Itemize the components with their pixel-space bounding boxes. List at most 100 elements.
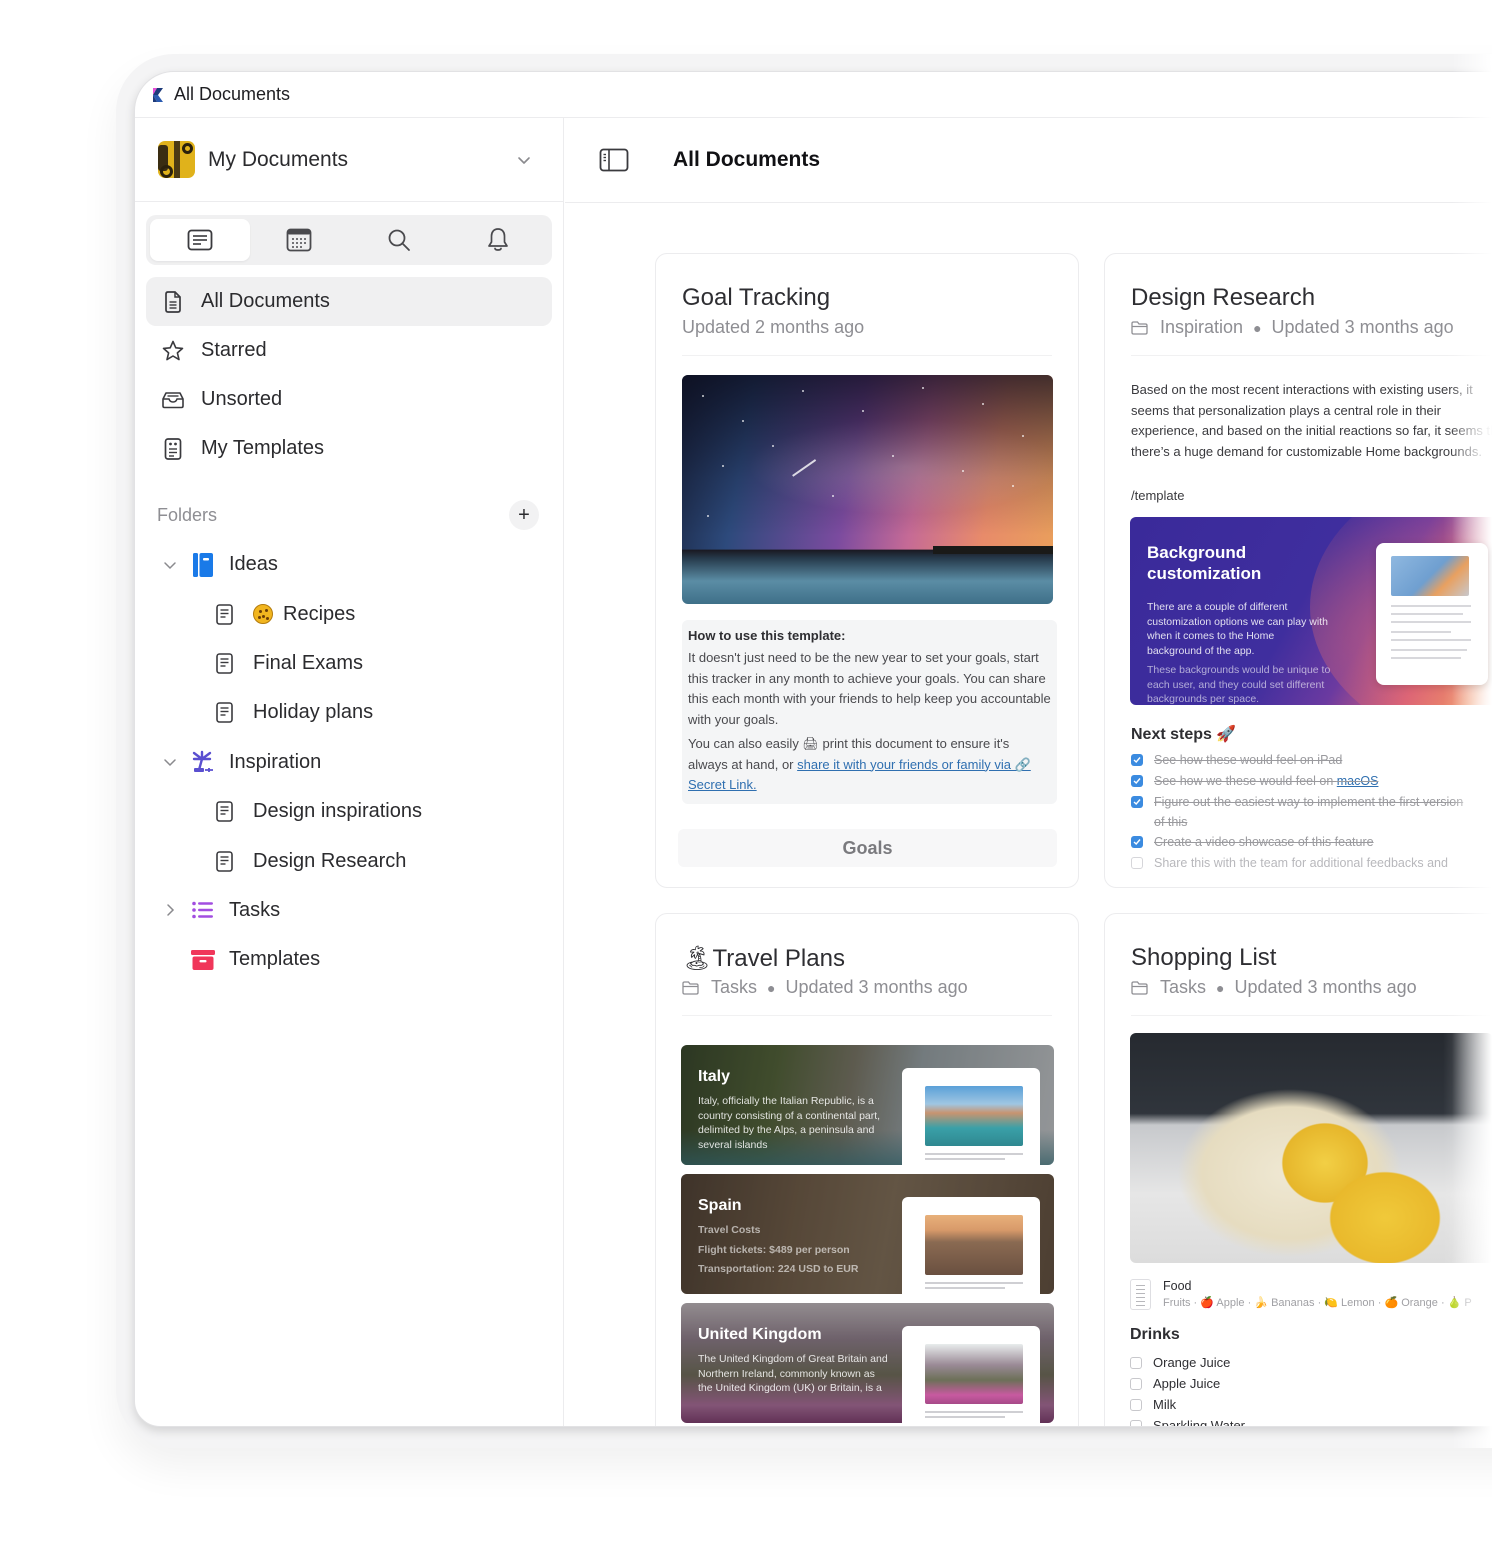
card-title-text: Travel Plans	[712, 945, 845, 972]
workspace-avatar	[158, 141, 195, 178]
drink-item: Orange Juice	[1130, 1355, 1230, 1370]
chevron-right-icon[interactable]	[161, 901, 179, 919]
task-item: Create a video showcase of this feature	[1131, 832, 1374, 852]
notebook-icon	[191, 552, 215, 577]
checkbox-unchecked[interactable]	[1130, 1419, 1142, 1426]
page-title: All Documents	[673, 148, 821, 171]
checkbox-checked[interactable]	[1131, 754, 1143, 766]
slash-command: /template	[1131, 488, 1185, 503]
drink-label: Orange Juice	[1153, 1355, 1231, 1370]
folder-label: Tasks	[229, 898, 281, 921]
checkbox-unchecked[interactable]	[1130, 1398, 1142, 1411]
divider	[682, 355, 1052, 356]
folders-header: Folders +	[135, 500, 563, 530]
doc-card-design-research[interactable]: Design Research Inspiration ● Updated 3 …	[1104, 253, 1492, 888]
doc-card-travel-plans[interactable]: 🏝Travel Plans Tasks ● Updated 3 months a…	[655, 913, 1079, 1426]
checkbox-checked[interactable]	[1131, 836, 1143, 848]
island-emoji-icon: 🏝	[682, 945, 713, 972]
task-item: Share this with the team for additional …	[1131, 853, 1448, 873]
document-lines-icon	[187, 229, 213, 251]
tab-documents[interactable]	[150, 219, 250, 261]
folder-name: Tasks	[711, 977, 758, 997]
strip-title: Spain	[698, 1197, 742, 1214]
strip-preview	[902, 1197, 1040, 1294]
list-icon	[191, 898, 215, 922]
chevron-down-icon[interactable]	[161, 753, 179, 771]
embedded-doc-background-customization[interactable]: Background customization There are a cou…	[1130, 517, 1492, 705]
search-icon	[388, 229, 410, 251]
drink-item: Sparkling Water	[1130, 1418, 1245, 1427]
strip-preview	[902, 1068, 1040, 1165]
updated-text: Updated 3 months ago	[1234, 977, 1417, 997]
callout-paragraph: You can also easily 🖨 print this documen…	[688, 734, 1051, 796]
sidebar-toggle-icon[interactable]	[599, 148, 629, 172]
title-bar: All Documents	[135, 72, 1492, 118]
calendar-icon	[286, 228, 312, 252]
embed-preview	[1376, 543, 1488, 685]
sidebar: My Documents All Documents Starred Unsor…	[135, 118, 564, 1426]
doc-holiday-plans[interactable]: Holiday plans	[135, 688, 563, 737]
document-icon	[216, 652, 236, 674]
sidebar-item-unsorted[interactable]: Unsorted	[146, 375, 552, 424]
sidebar-item-starred[interactable]: Starred	[146, 326, 552, 375]
tab-notifications[interactable]	[449, 219, 549, 261]
next-steps-heading: Next steps 🚀	[1131, 726, 1237, 743]
tab-calendar[interactable]	[250, 219, 350, 261]
chevron-down-icon[interactable]	[161, 556, 179, 574]
goals-tab[interactable]: Goals	[678, 829, 1057, 867]
strip-italy[interactable]: Italy Italy, officially the Italian Repu…	[681, 1045, 1054, 1165]
doc-label: Final Exams	[253, 651, 364, 674]
task-item: See how we these would feel on macOS	[1131, 771, 1378, 791]
shoreline	[933, 546, 1053, 554]
doc-design-inspirations[interactable]: Design inspirations	[135, 787, 563, 836]
separator-dot: ●	[767, 979, 776, 996]
sidebar-item-all-documents[interactable]: All Documents	[146, 277, 552, 326]
strip-text: The United Kingdom of Great Britain and …	[698, 1353, 888, 1394]
palm-island-icon	[191, 750, 215, 774]
inbox-tray-icon	[162, 389, 184, 411]
doc-label: Recipes	[283, 602, 356, 625]
drink-item: Milk	[1130, 1397, 1176, 1412]
doc-card-shopping-list[interactable]: Shopping List Tasks ● Updated 3 months a…	[1104, 913, 1492, 1427]
folder-label: Ideas	[229, 553, 278, 576]
divider	[1131, 355, 1492, 356]
nav-label: Unsorted	[201, 388, 283, 410]
macos-link[interactable]: macOS	[1337, 774, 1379, 788]
app-window: All Documents My Documents All Documents…	[134, 71, 1492, 1427]
sidebar-item-my-templates[interactable]: My Templates	[146, 424, 552, 473]
checkbox-checked[interactable]	[1131, 796, 1143, 808]
add-folder-button[interactable]: +	[509, 500, 539, 530]
star-icon	[162, 340, 184, 362]
checkbox-checked[interactable]	[1131, 775, 1143, 787]
checkbox-unchecked[interactable]	[1131, 857, 1143, 869]
folder-tasks[interactable]: Tasks	[135, 886, 563, 935]
app-logo-icon	[149, 87, 165, 103]
tab-search[interactable]	[349, 219, 449, 261]
checkbox-unchecked[interactable]	[1130, 1356, 1142, 1369]
drink-label: Milk	[1153, 1397, 1177, 1412]
strip-united-kingdom[interactable]: United Kingdom The United Kingdom of Gre…	[681, 1303, 1054, 1423]
document-icon	[216, 702, 236, 724]
folder-templates[interactable]: Templates	[135, 935, 563, 984]
doc-design-research[interactable]: Design Research	[135, 836, 563, 885]
strip-spain[interactable]: Spain Travel Costs Flight tickets: $489 …	[681, 1174, 1054, 1294]
folder-ideas[interactable]: Ideas	[135, 540, 563, 589]
doc-final-exams[interactable]: Final Exams	[135, 639, 563, 688]
linked-doc-food[interactable]: Food Fruits · 🍎 Apple · 🍌 Bananas · 🍋 Le…	[1130, 1279, 1472, 1310]
stage: All Documents My Documents All Documents…	[0, 0, 1492, 1548]
doc-card-goal-tracking[interactable]: Goal Tracking Updated 2 months ago How t…	[655, 253, 1079, 888]
separator-dot: ●	[1216, 979, 1225, 996]
linked-doc-preview: Fruits · 🍎 Apple · 🍌 Bananas · 🍋 Lemon ·…	[1163, 1297, 1472, 1309]
checkbox-unchecked[interactable]	[1130, 1377, 1142, 1390]
archive-box-icon	[191, 948, 215, 972]
doc-recipes[interactable]: Recipes	[135, 589, 563, 638]
drink-label: Sparkling Water	[1153, 1418, 1245, 1427]
workspace-switcher[interactable]: My Documents	[135, 118, 563, 202]
sidebar-nav: All Documents Starred Unsorted My Templa…	[135, 277, 563, 473]
folder-inspiration[interactable]: Inspiration	[135, 738, 563, 787]
folder-icon	[1131, 980, 1148, 995]
cookie-emoji-icon	[253, 604, 273, 625]
document-icon	[162, 290, 184, 313]
task-text: Share this with the team for additional …	[1154, 856, 1448, 870]
card-meta: Inspiration ● Updated 3 months ago	[1131, 317, 1454, 338]
